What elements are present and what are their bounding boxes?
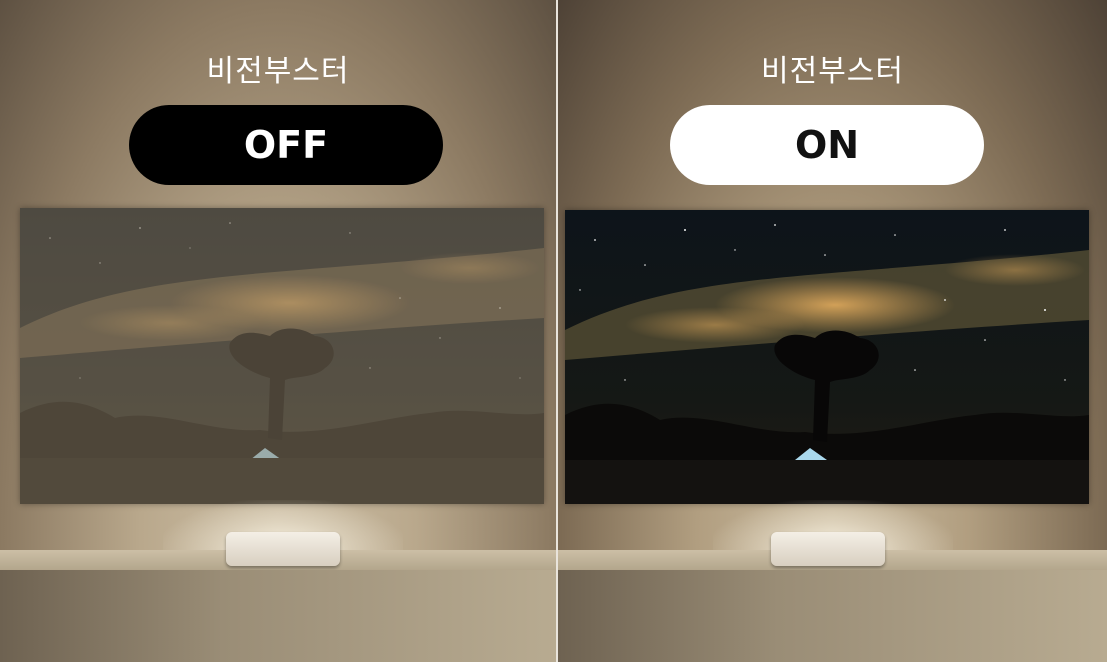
toggle-off-badge: OFF bbox=[129, 105, 443, 185]
comparison-stage: 비전부스터 OFF 비전부스터 ON bbox=[0, 0, 1107, 662]
night-sky-image bbox=[565, 210, 1089, 504]
panel-title: 비전부스터 bbox=[206, 54, 350, 89]
toggle-on-badge: ON bbox=[670, 105, 984, 185]
projector-device bbox=[771, 532, 885, 566]
floor bbox=[0, 570, 556, 662]
projection-screen bbox=[565, 210, 1089, 504]
panel-title: 비전부스터 bbox=[761, 54, 904, 89]
panel-vision-booster-off: 비전부스터 OFF bbox=[0, 0, 556, 662]
washed-out-overlay bbox=[20, 208, 544, 504]
panel-vision-booster-on: 비전부스터 ON bbox=[558, 0, 1107, 662]
projector-device bbox=[226, 532, 340, 566]
projection-screen bbox=[20, 208, 544, 504]
floor bbox=[558, 570, 1107, 662]
